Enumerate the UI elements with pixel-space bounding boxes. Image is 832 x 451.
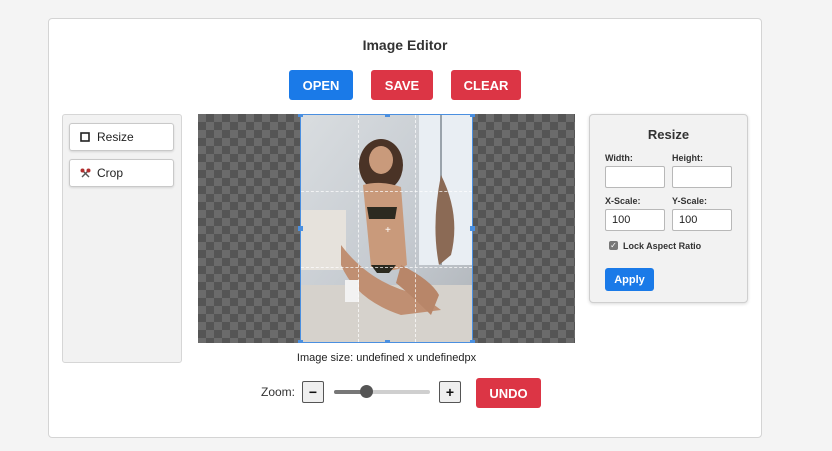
open-button[interactable]: OPEN <box>289 70 353 100</box>
crop-grid-line <box>415 115 416 342</box>
tools-sidebar: Resize Crop <box>62 114 182 363</box>
clear-button[interactable]: CLEAR <box>451 70 521 100</box>
lock-aspect-label: Lock Aspect Ratio <box>623 241 702 251</box>
resize-panel-title: Resize <box>647 127 690 142</box>
image-canvas[interactable]: + <box>198 114 575 343</box>
resize-tool-button[interactable]: Resize <box>69 123 174 151</box>
height-input[interactable] <box>672 166 732 188</box>
width-input[interactable] <box>605 166 665 188</box>
x-scale-input[interactable] <box>605 209 665 231</box>
zoom-in-button[interactable]: + <box>439 381 461 403</box>
resize-handle-top-left[interactable] <box>298 114 303 117</box>
y-scale-label: Y-Scale: <box>672 196 708 206</box>
editor-title: Image Editor <box>362 37 448 53</box>
x-scale-label: X-Scale: <box>605 196 641 206</box>
resize-handle-top[interactable] <box>385 114 390 117</box>
zoom-slider-thumb[interactable] <box>359 385 373 398</box>
save-button[interactable]: SAVE <box>371 70 433 100</box>
resize-handle-top-right[interactable] <box>470 114 475 117</box>
square-icon <box>73 132 97 142</box>
zoom-out-button[interactable]: − <box>302 381 324 403</box>
width-label: Width: <box>605 153 633 163</box>
crop-grid-line <box>358 115 359 342</box>
image-editor: Image Editor OPEN SAVE CLEAR Resize Crop <box>48 18 762 438</box>
crop-icon <box>73 168 97 179</box>
resize-handle-left[interactable] <box>298 226 303 231</box>
resize-handle-bottom[interactable] <box>385 340 390 343</box>
image-size-text: Image size: undefined x undefinedpx <box>296 352 477 364</box>
zoom-slider[interactable] <box>334 385 430 399</box>
resize-handle-bottom-right[interactable] <box>470 340 475 343</box>
crop-grid-line <box>301 267 472 268</box>
y-scale-input[interactable] <box>672 209 732 231</box>
height-label: Height: <box>672 153 703 163</box>
zoom-label: Zoom: <box>261 385 296 399</box>
lock-aspect-checkbox[interactable]: ✓ <box>609 241 618 250</box>
undo-button[interactable]: UNDO <box>476 378 541 408</box>
center-crosshair-icon: + <box>385 225 391 236</box>
apply-button[interactable]: Apply <box>605 268 654 291</box>
resize-handle-right[interactable] <box>470 226 475 231</box>
crop-tool-label: Crop <box>97 166 124 180</box>
crop-grid-line <box>301 191 472 192</box>
image-preview[interactable]: + <box>298 114 475 343</box>
resize-panel: Resize Width: Height: X-Scale: Y-Scale: … <box>589 114 748 303</box>
resize-handle-bottom-left[interactable] <box>298 340 303 343</box>
resize-tool-label: Resize <box>97 130 134 144</box>
crop-tool-button[interactable]: Crop <box>69 159 174 187</box>
